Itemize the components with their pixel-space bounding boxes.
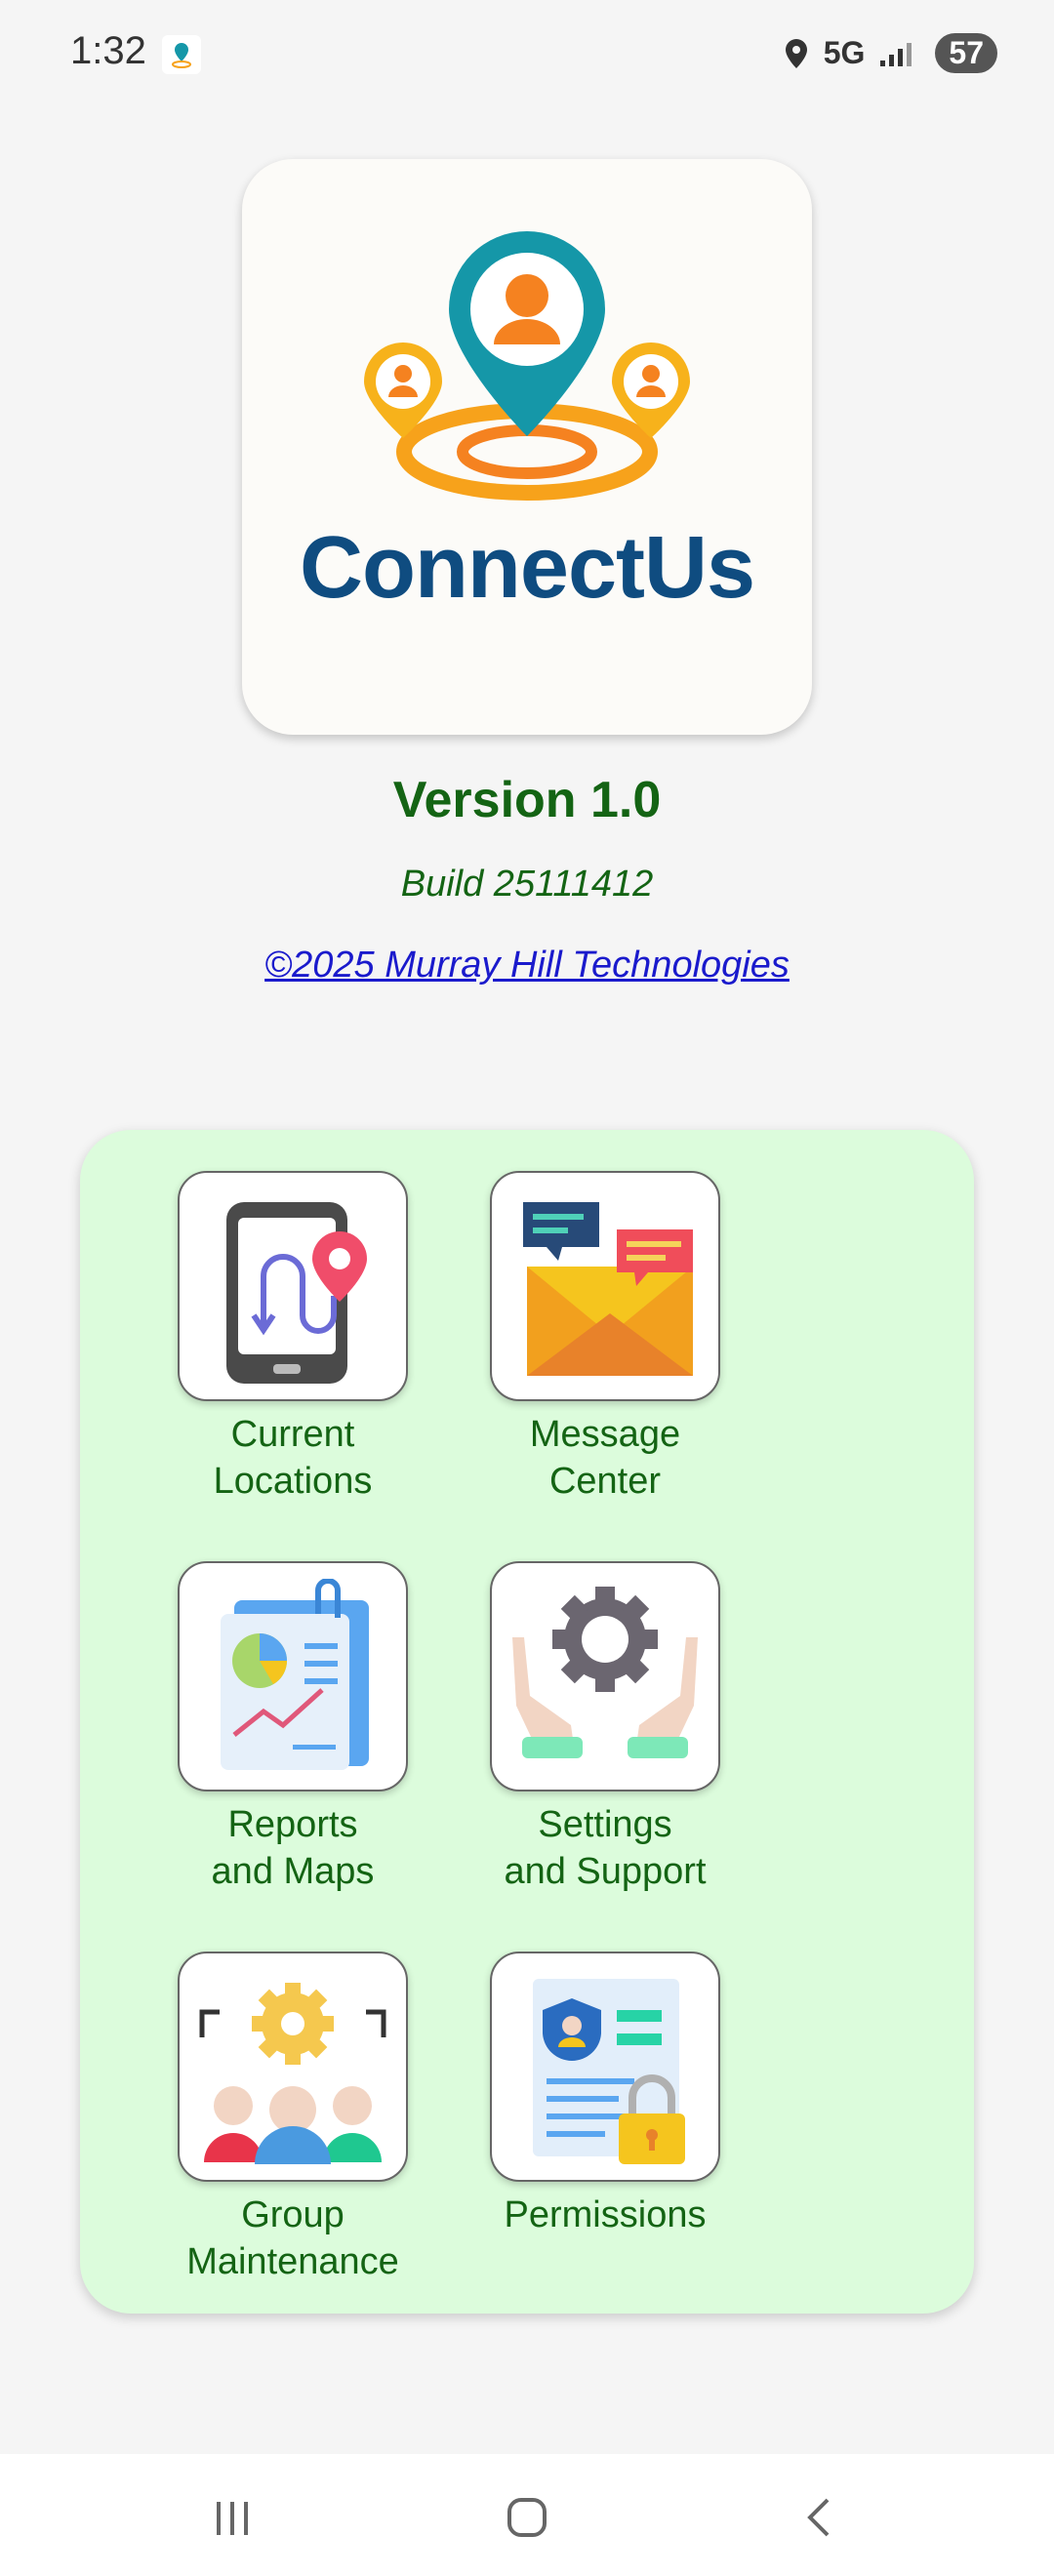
settings-and-support-label: Settings and Support bbox=[504, 1804, 707, 1892]
status-indicators: 5G 57 bbox=[783, 33, 997, 73]
signal-icon bbox=[880, 42, 912, 66]
network-type: 5G bbox=[823, 35, 866, 70]
app-notification-icon bbox=[162, 35, 201, 74]
reports-and-maps-label: Reports and Maps bbox=[211, 1804, 375, 1892]
back-icon[interactable] bbox=[798, 2494, 841, 2541]
back-button[interactable] bbox=[781, 2483, 859, 2552]
message-center-label: Message Center bbox=[529, 1414, 681, 1502]
id-lock-icon[interactable] bbox=[490, 1952, 720, 2182]
report-chart-icon[interactable] bbox=[178, 1561, 408, 1791]
location-icon bbox=[785, 38, 807, 68]
envelope-chat-icon[interactable] bbox=[490, 1171, 720, 1401]
home-icon[interactable] bbox=[504, 2494, 550, 2541]
location-pin-logo-icon bbox=[364, 231, 690, 501]
menu-panel: Current Locations Message Center Reports… bbox=[80, 1130, 974, 2314]
group-maintenance-button[interactable]: Group Maintenance bbox=[146, 1952, 439, 2285]
permissions-label: Permissions bbox=[504, 2194, 707, 2235]
version-text: Version 1.0 bbox=[392, 772, 662, 828]
navigation-bar bbox=[0, 2454, 1054, 2576]
current-locations-button[interactable]: Current Locations bbox=[146, 1171, 439, 1505]
recents-button[interactable] bbox=[193, 2483, 271, 2552]
group-maintenance-label: Group Maintenance bbox=[186, 2194, 399, 2282]
group-gear-icon[interactable] bbox=[178, 1952, 408, 2182]
status-bar: 1:32 5G 57 bbox=[0, 0, 1054, 112]
message-center-button[interactable]: Message Center bbox=[459, 1171, 751, 1505]
battery-level: 57 bbox=[935, 33, 997, 73]
recents-icon[interactable] bbox=[211, 2496, 254, 2539]
home-button[interactable] bbox=[488, 2483, 566, 2552]
build-text: Build 25111412 bbox=[400, 864, 654, 905]
app-logo: ConnectUs bbox=[242, 159, 812, 735]
permissions-button[interactable]: Permissions bbox=[459, 1952, 751, 2238]
settings-and-support-button[interactable]: Settings and Support bbox=[459, 1561, 751, 1895]
logo-wordmark: ConnectUs bbox=[299, 519, 755, 617]
current-locations-label: Current Locations bbox=[213, 1414, 373, 1502]
reports-and-maps-button[interactable]: Reports and Maps bbox=[146, 1561, 439, 1895]
phone-route-icon[interactable] bbox=[178, 1171, 408, 1401]
gear-hands-icon[interactable] bbox=[490, 1561, 720, 1791]
status-time: 1:32 bbox=[70, 29, 146, 72]
copyright-link[interactable]: ©2025 Murray Hill Technologies bbox=[0, 945, 1054, 986]
